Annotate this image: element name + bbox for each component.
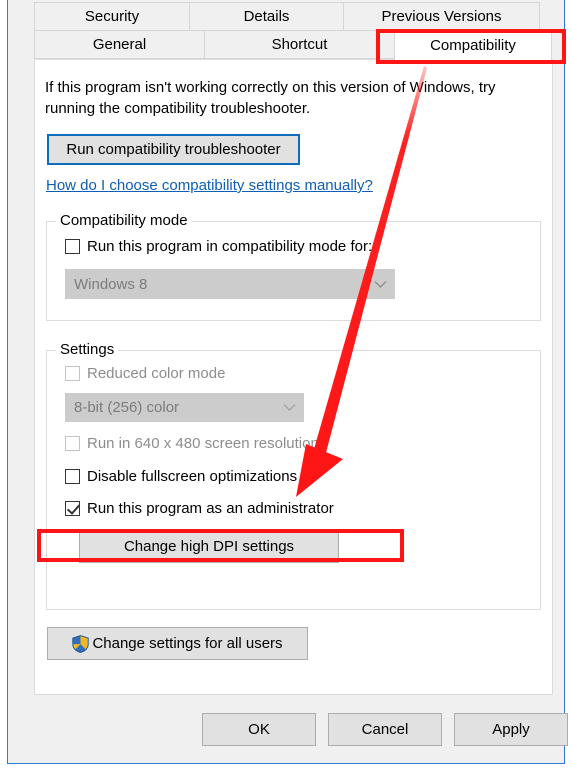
checkbox-box [65, 366, 80, 381]
checkbox-label: Run this program as an administrator [87, 500, 334, 517]
tab-compatibility[interactable]: Compatibility [394, 30, 552, 61]
checkbox-box[interactable] [65, 501, 80, 516]
properties-dialog-window: Security Details Previous Versions Gener… [7, 0, 568, 764]
compatibility-mode-group: Compatibility mode Run this program in c… [46, 212, 541, 321]
change-settings-for-all-users-label: Change settings for all users [92, 635, 283, 652]
checkbox-label: Reduced color mode [87, 365, 226, 382]
checkbox-box[interactable] [65, 239, 80, 254]
change-settings-for-all-users-button[interactable]: Change settings for all users [47, 627, 308, 660]
tab-shortcut[interactable]: Shortcut [204, 30, 395, 59]
color-depth-value: 8-bit (256) color [74, 399, 180, 416]
checkbox-run-in-640x480: Run in 640 x 480 screen resolution [65, 435, 319, 452]
tab-security[interactable]: Security [34, 2, 190, 31]
checkbox-run-as-administrator[interactable]: Run this program as an administrator [65, 500, 334, 517]
compatibility-os-value: Windows 8 [74, 275, 148, 293]
chevron-down-icon [275, 403, 303, 412]
ok-button[interactable]: OK [202, 713, 316, 746]
tab-previous-versions[interactable]: Previous Versions [343, 2, 540, 31]
settings-group: Settings Reduced color mode 8-bit (256) … [46, 341, 541, 610]
settings-legend: Settings [56, 341, 119, 358]
checkbox-run-in-compatibility-mode[interactable]: Run this program in compatibility mode f… [65, 238, 372, 255]
compatibility-tab-panel: If this program isn't working correctly … [34, 59, 553, 695]
cancel-button[interactable]: Cancel [328, 713, 442, 746]
chevron-down-icon [366, 280, 394, 289]
compatibility-settings-help-link[interactable]: How do I choose compatibility settings m… [46, 177, 373, 194]
screenshot-root: Security Details Previous Versions Gener… [0, 0, 572, 769]
run-compatibility-troubleshooter-button[interactable]: Run compatibility troubleshooter [47, 134, 300, 165]
apply-button[interactable]: Apply [454, 713, 568, 746]
checkbox-label: Run this program in compatibility mode f… [87, 238, 373, 255]
tab-details[interactable]: Details [189, 2, 344, 31]
checkbox-reduced-color-mode: Reduced color mode [65, 365, 225, 382]
uac-shield-icon [72, 634, 90, 653]
checkbox-box [65, 436, 80, 451]
tab-general[interactable]: General [34, 30, 205, 59]
checkbox-label: Disable fullscreen optimizations [87, 468, 298, 485]
change-high-dpi-settings-button[interactable]: Change high DPI settings [79, 531, 339, 563]
color-depth-select: 8-bit (256) color [65, 393, 304, 422]
compatibility-mode-legend: Compatibility mode [56, 212, 192, 229]
tab-strip: Security Details Previous Versions Gener… [27, 2, 552, 61]
checkbox-disable-fullscreen-optimizations[interactable]: Disable fullscreen optimizations [65, 468, 297, 485]
compatibility-os-select[interactable]: Windows 8 [65, 269, 395, 299]
intro-text: If this program isn't working correctly … [45, 79, 496, 117]
checkbox-box[interactable] [65, 469, 80, 484]
checkbox-label: Run in 640 x 480 screen resolution [87, 435, 319, 452]
